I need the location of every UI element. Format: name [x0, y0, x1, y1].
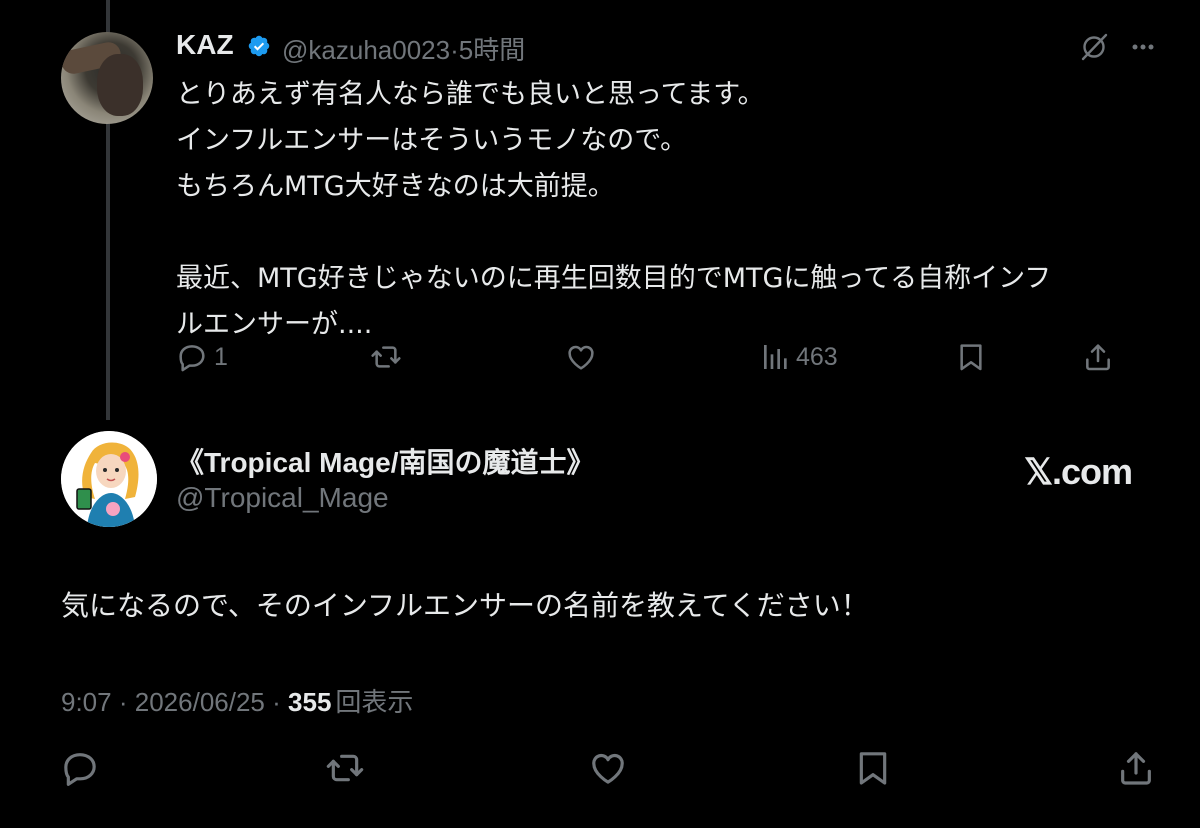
views-count: 355	[288, 687, 332, 717]
avatar[interactable]	[61, 431, 157, 527]
like-button[interactable]	[565, 341, 597, 373]
author-name[interactable]: 《Tropical Mage/南国の魔道士》	[176, 441, 595, 481]
share-icon	[1086, 344, 1110, 371]
views-button[interactable]: 463	[760, 341, 838, 373]
post-meta: @kazuha0023·5時間	[282, 35, 526, 65]
views-label: 回表示	[335, 687, 414, 717]
author-handle[interactable]: @Tropical_Mage	[176, 482, 389, 514]
post-time[interactable]: 5時間	[459, 35, 525, 65]
reply-icon	[64, 753, 96, 786]
bookmark-button[interactable]	[955, 341, 987, 373]
author-name[interactable]: KAZ	[176, 29, 234, 61]
verified-badge-icon	[248, 35, 270, 57]
reply-icon	[179, 345, 205, 372]
repost-button[interactable]	[370, 341, 402, 373]
avatar[interactable]	[61, 32, 153, 124]
repost-icon	[326, 754, 364, 782]
post-meta: 9:07 · 2026/06/25 · 355 回表示	[61, 687, 414, 717]
like-button[interactable]	[588, 748, 628, 788]
bookmark-icon	[960, 344, 982, 371]
reply-count: 1	[214, 342, 228, 371]
views-count: 463	[796, 342, 838, 371]
post-time[interactable]: 9:07	[61, 687, 112, 717]
x-com-watermark: 𝕏.com	[1024, 451, 1133, 492]
grok-icon[interactable]	[1079, 32, 1109, 62]
share-icon	[1121, 752, 1151, 785]
share-button[interactable]	[1082, 341, 1114, 373]
bookmark-button[interactable]	[853, 748, 893, 788]
like-icon	[592, 753, 624, 784]
more-icon[interactable]	[1128, 32, 1158, 62]
views-icon	[764, 345, 787, 369]
reply-button[interactable]: 1	[176, 341, 228, 373]
repost-icon	[371, 346, 401, 368]
post-date[interactable]: 2026/06/25	[135, 687, 265, 717]
reply-button[interactable]	[60, 748, 100, 788]
post-text: とりあえず有名人なら誰でも良いと思ってます。 インフルエンサーはそういうモノなの…	[176, 79, 1052, 340]
repost-button[interactable]	[325, 748, 365, 788]
share-button[interactable]	[1116, 748, 1156, 788]
bookmark-icon	[859, 752, 887, 785]
author-handle[interactable]: @kazuha0023	[282, 35, 450, 65]
like-icon	[568, 345, 594, 370]
post-text: 気になるので、そのインフルエンサーの名前を教えてください！	[61, 589, 869, 622]
